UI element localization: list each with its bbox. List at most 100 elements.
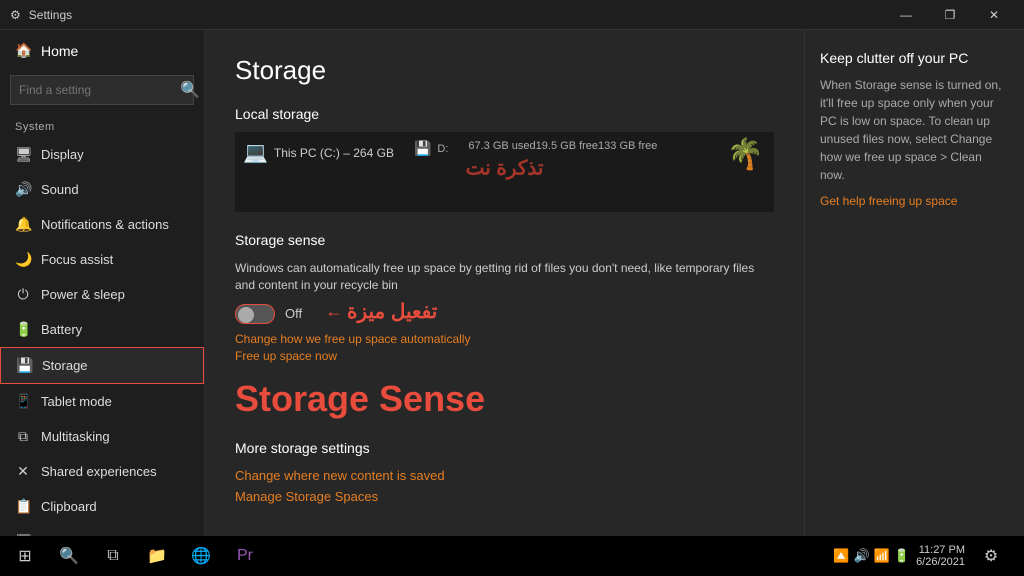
sidebar-item-label: Power & sleep (41, 287, 125, 302)
sidebar-item-clipboard[interactable]: 📋 Clipboard (0, 489, 204, 524)
storage-sense-toggle-row: Off (235, 304, 774, 324)
sidebar-item-label: Focus assist (41, 252, 113, 267)
sidebar-item-label: Sound (41, 182, 79, 197)
sidebar-item-label: Tablet mode (41, 394, 112, 409)
storage-sense-section: Storage sense Windows can automatically … (235, 232, 774, 363)
tray-icons: 🔼 🔊 📶 🔋 (833, 548, 910, 564)
chrome-button[interactable]: 🌐 (181, 536, 221, 576)
manage-spaces-link[interactable]: Manage Storage Spaces (235, 489, 774, 504)
sidebar-item-label: Storage (42, 358, 88, 373)
taskbar-clock[interactable]: 11:27 PM 6/26/2021 (916, 544, 965, 568)
task-view-button[interactable]: ⧉ (93, 536, 133, 576)
more-settings-title: More storage settings (235, 440, 774, 456)
sidebar-item-focus[interactable]: 🌙 Focus assist (0, 242, 204, 277)
arrow-icon: ← (325, 301, 343, 322)
toggle-knob (238, 307, 254, 323)
local-storage-title: Local storage (235, 106, 774, 122)
sidebar-item-remote[interactable]: 🖥 Remote Desktop (0, 524, 204, 536)
search-icon: 🔍 (180, 80, 200, 100)
sidebar-item-multitasking[interactable]: ⧉ Multitasking (0, 419, 204, 454)
show-desktop-button[interactable]: ⚙ (971, 536, 1011, 576)
tablet-icon: 📱 (15, 393, 31, 410)
drive-d-icon: 💾 (414, 140, 431, 157)
home-icon: 🏠 (15, 42, 31, 59)
main-content: Storage Local storage 💻 This PC (C:) – 2… (205, 30, 804, 536)
more-settings-section: More storage settings Change where new c… (235, 440, 774, 504)
search-input[interactable] (19, 83, 174, 97)
sidebar-item-battery[interactable]: 🔋 Battery (0, 312, 204, 347)
change-space-link[interactable]: Change how we free up space automaticall… (235, 332, 774, 346)
focus-icon: 🌙 (15, 251, 31, 268)
main-wrapper: Storage Local storage 💻 This PC (C:) – 2… (205, 30, 1024, 536)
sidebar-item-label: Multitasking (41, 429, 110, 444)
arabic-watermark: تذكرة نت (466, 156, 544, 181)
search-box[interactable]: 🔍 (10, 75, 194, 105)
titlebar: ⚙ Settings — ❐ ✕ (0, 0, 1024, 30)
storage-sense-title: Storage sense (235, 232, 774, 248)
sidebar-item-display[interactable]: 🖥 Display (0, 137, 204, 172)
storage-icon: 💾 (16, 357, 32, 374)
drive-used: 67.3 GB used (468, 140, 535, 152)
notifications-icon: 🔔 (15, 216, 31, 233)
taskbar-right: 🔼 🔊 📶 🔋 11:27 PM 6/26/2021 ⚙ (833, 536, 1019, 576)
titlebar-left: ⚙ Settings (10, 8, 72, 22)
annotation-text-ar: تفعيل ميزة (347, 299, 437, 324)
toggle-state-label: Off (285, 306, 302, 321)
tray-battery-icon[interactable]: 🔋 (894, 548, 910, 564)
restore-button[interactable]: ❐ (930, 0, 970, 30)
free-space-link[interactable]: Free up space now (235, 349, 774, 363)
shared-icon: ✕ (15, 463, 31, 480)
sidebar-home-label: Home (41, 43, 78, 59)
settings-icon: ⚙ (10, 8, 21, 22)
titlebar-controls: — ❐ ✕ (886, 0, 1014, 30)
search-button[interactable]: 🔍 (49, 536, 89, 576)
premiere-button[interactable]: Pr (225, 536, 265, 576)
titlebar-title: Settings (29, 8, 72, 22)
sound-icon: 🔊 (15, 181, 31, 198)
app-container: 🏠 Home 🔍 System 🖥 Display 🔊 Sound 🔔 Noti… (0, 30, 1024, 536)
display-icon: 🖥 (15, 146, 31, 163)
sidebar-item-label: Notifications & actions (41, 217, 169, 232)
right-panel-title: Keep clutter off your PC (820, 50, 1009, 66)
storage-sense-toggle[interactable] (235, 304, 275, 324)
taskbar: ⊞ 🔍 ⧉ 📁 🌐 Pr 🔼 🔊 📶 🔋 11:27 PM 6/26/2021 … (0, 536, 1024, 576)
big-storage-sense-label: Storage Sense (235, 378, 774, 420)
battery-icon: 🔋 (15, 321, 31, 338)
drive-c-label: This PC (C:) – 264 GB (274, 146, 394, 160)
minimize-button[interactable]: — (886, 0, 926, 30)
drive-c-icon: 💻 (243, 140, 268, 165)
close-button[interactable]: ✕ (974, 0, 1014, 30)
clipboard-icon: 📋 (15, 498, 31, 515)
palm-icon: 🌴 (727, 137, 764, 172)
sidebar-item-notifications[interactable]: 🔔 Notifications & actions (0, 207, 204, 242)
sidebar: 🏠 Home 🔍 System 🖥 Display 🔊 Sound 🔔 Noti… (0, 30, 205, 536)
sidebar-item-storage[interactable]: 💾 Storage (0, 347, 204, 384)
tray-network-icon[interactable]: 📶 (874, 548, 890, 564)
page-title: Storage (235, 55, 774, 86)
drive-c-free: 133 GB free (598, 140, 657, 152)
tray-arrow-icon[interactable]: 🔼 (833, 548, 849, 564)
file-explorer-button[interactable]: 📁 (137, 536, 177, 576)
sidebar-item-home[interactable]: 🏠 Home (0, 30, 204, 71)
taskbar-date-value: 6/26/2021 (916, 556, 965, 568)
taskbar-time-value: 11:27 PM (916, 544, 965, 556)
drive-c-block: 💻 This PC (C:) – 264 GB 💾 D: 67.3 G (235, 132, 774, 212)
sidebar-item-label: Shared experiences (41, 464, 157, 479)
multitasking-icon: ⧉ (15, 428, 31, 445)
sidebar-item-label: Display (41, 147, 84, 162)
sidebar-item-power[interactable]: ⏻ Power & sleep (0, 277, 204, 312)
right-panel: Keep clutter off your PC When Storage se… (804, 30, 1024, 536)
sidebar-item-shared[interactable]: ✕ Shared experiences (0, 454, 204, 489)
sidebar-item-label: Battery (41, 322, 82, 337)
start-button[interactable]: ⊞ (5, 536, 45, 576)
sidebar-section-system: System (0, 113, 204, 137)
sidebar-item-sound[interactable]: 🔊 Sound (0, 172, 204, 207)
tray-speaker-icon[interactable]: 🔊 (854, 548, 870, 564)
drive-d-free: 19.5 GB free (536, 140, 598, 152)
power-icon: ⏻ (15, 286, 31, 303)
change-content-link[interactable]: Change where new content is saved (235, 468, 774, 483)
sidebar-item-label: Clipboard (41, 499, 97, 514)
drive-d-label: D: (437, 143, 448, 155)
right-panel-link[interactable]: Get help freeing up space (820, 194, 1009, 208)
sidebar-item-tablet[interactable]: 📱 Tablet mode (0, 384, 204, 419)
